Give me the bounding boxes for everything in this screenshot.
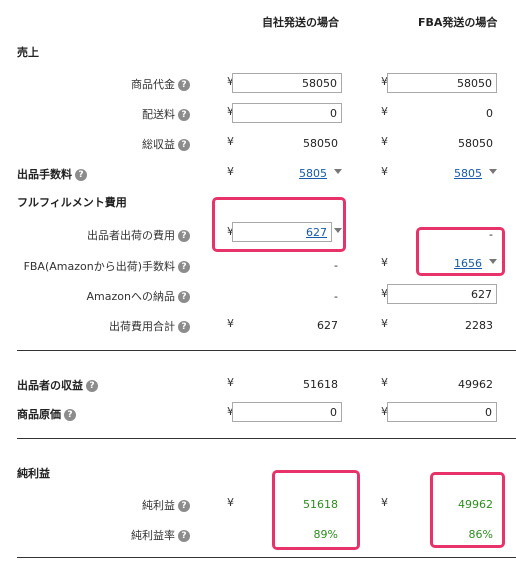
- cost-self-input[interactable]: 0: [232, 402, 342, 422]
- shipping-label: 配送料?: [142, 106, 190, 122]
- fba-fee-label: FBA(Amazonから出荷)手数料?: [24, 258, 190, 274]
- help-icon[interactable]: ?: [178, 500, 190, 512]
- fba-fee-self-value: -: [334, 259, 338, 272]
- ship-total-label: 出荷費用合計?: [109, 318, 190, 334]
- highlight-box: [416, 227, 505, 276]
- currency-symbol: ¥: [227, 496, 234, 509]
- revenue-label-text: 出品者の収益: [17, 379, 83, 392]
- help-icon[interactable]: ?: [178, 230, 190, 242]
- inbound-fba-input[interactable]: 627: [387, 284, 497, 304]
- help-icon[interactable]: ?: [75, 169, 87, 181]
- section-cost-title: 商品原価?: [17, 406, 76, 422]
- section-sales-title: 売上: [17, 46, 39, 59]
- ship-total-fba-value: 2283: [465, 319, 493, 332]
- help-icon[interactable]: ?: [178, 139, 190, 151]
- ship-total-self-value: 627: [317, 319, 338, 332]
- currency-symbol: ¥: [381, 496, 388, 509]
- revenue-fba-value: 49962: [458, 378, 493, 391]
- currency-symbol: ¥: [381, 165, 388, 178]
- section-fulfillment-title: フルフィルメント費用: [17, 196, 127, 209]
- gross-fba-value: 58050: [458, 137, 493, 150]
- help-icon[interactable]: ?: [178, 79, 190, 91]
- help-icon[interactable]: ?: [178, 109, 190, 121]
- column-header-self: 自社発送の場合: [262, 16, 339, 29]
- section-divider: [17, 438, 516, 439]
- net-profit-label: 純利益?: [142, 497, 190, 513]
- cost-label-text: 商品原価: [17, 408, 61, 421]
- gross-self-value: 58050: [303, 137, 338, 150]
- item-price-fba-input[interactable]: 58050: [387, 73, 497, 93]
- highlight-box: [212, 197, 346, 252]
- section-profit-title: 純利益: [17, 467, 50, 480]
- net-profit-label-text: 純利益: [142, 499, 175, 512]
- highlight-box: [430, 472, 505, 548]
- inbound-self-value: -: [334, 290, 338, 303]
- section-revenue-title: 出品者の収益?: [17, 377, 98, 393]
- currency-symbol: ¥: [227, 135, 234, 148]
- cost-fba-input[interactable]: 0: [387, 402, 497, 422]
- inbound-label: Amazonへの納品?: [87, 288, 190, 304]
- currency-symbol: ¥: [381, 256, 388, 269]
- shipping-label-text: 配送料: [142, 108, 175, 121]
- item-price-label: 商品代金?: [131, 76, 190, 92]
- help-icon[interactable]: ?: [64, 409, 76, 421]
- section-divider: [17, 350, 516, 351]
- item-price-self-input[interactable]: 58050: [232, 73, 342, 93]
- currency-symbol: ¥: [381, 376, 388, 389]
- gross-label: 総収益?: [142, 136, 190, 152]
- currency-symbol: ¥: [227, 376, 234, 389]
- fee-label-text: 出品手数料: [17, 168, 72, 181]
- ship-total-label-text: 出荷費用合計: [109, 320, 175, 333]
- help-icon[interactable]: ?: [178, 291, 190, 303]
- margin-label-text: 純利益率: [131, 529, 175, 542]
- fba-fee-label-text: FBA(Amazonから出荷)手数料: [23, 260, 175, 273]
- highlight-box: [272, 470, 360, 550]
- chevron-down-icon[interactable]: [334, 169, 342, 174]
- revenue-self-value: 51618: [303, 378, 338, 391]
- section-fee-title: 出品手数料?: [17, 166, 87, 182]
- currency-symbol: ¥: [227, 165, 234, 178]
- currency-symbol: ¥: [381, 105, 388, 118]
- chevron-down-icon[interactable]: [489, 169, 497, 174]
- shipping-self-input[interactable]: 0: [232, 103, 342, 123]
- item-price-label-text: 商品代金: [131, 78, 175, 91]
- help-icon[interactable]: ?: [178, 321, 190, 333]
- currency-symbol: ¥: [227, 317, 234, 330]
- help-icon[interactable]: ?: [178, 530, 190, 542]
- fee-fba-link[interactable]: 5805: [420, 167, 482, 180]
- section-divider: [17, 557, 516, 558]
- column-header-fba: FBA発送の場合: [418, 16, 498, 29]
- shipping-fba-value: 0: [486, 107, 493, 120]
- seller-ship-label: 出品者出荷の費用?: [87, 227, 190, 243]
- currency-symbol: ¥: [381, 135, 388, 148]
- help-icon[interactable]: ?: [178, 261, 190, 273]
- inbound-label-text: Amazonへの納品: [86, 290, 175, 303]
- margin-label: 純利益率?: [131, 527, 190, 543]
- seller-ship-label-text: 出品者出荷の費用: [87, 229, 175, 242]
- fee-self-link[interactable]: 5805: [265, 167, 327, 180]
- currency-symbol: ¥: [381, 317, 388, 330]
- gross-label-text: 総収益: [142, 138, 175, 151]
- help-icon[interactable]: ?: [86, 380, 98, 392]
